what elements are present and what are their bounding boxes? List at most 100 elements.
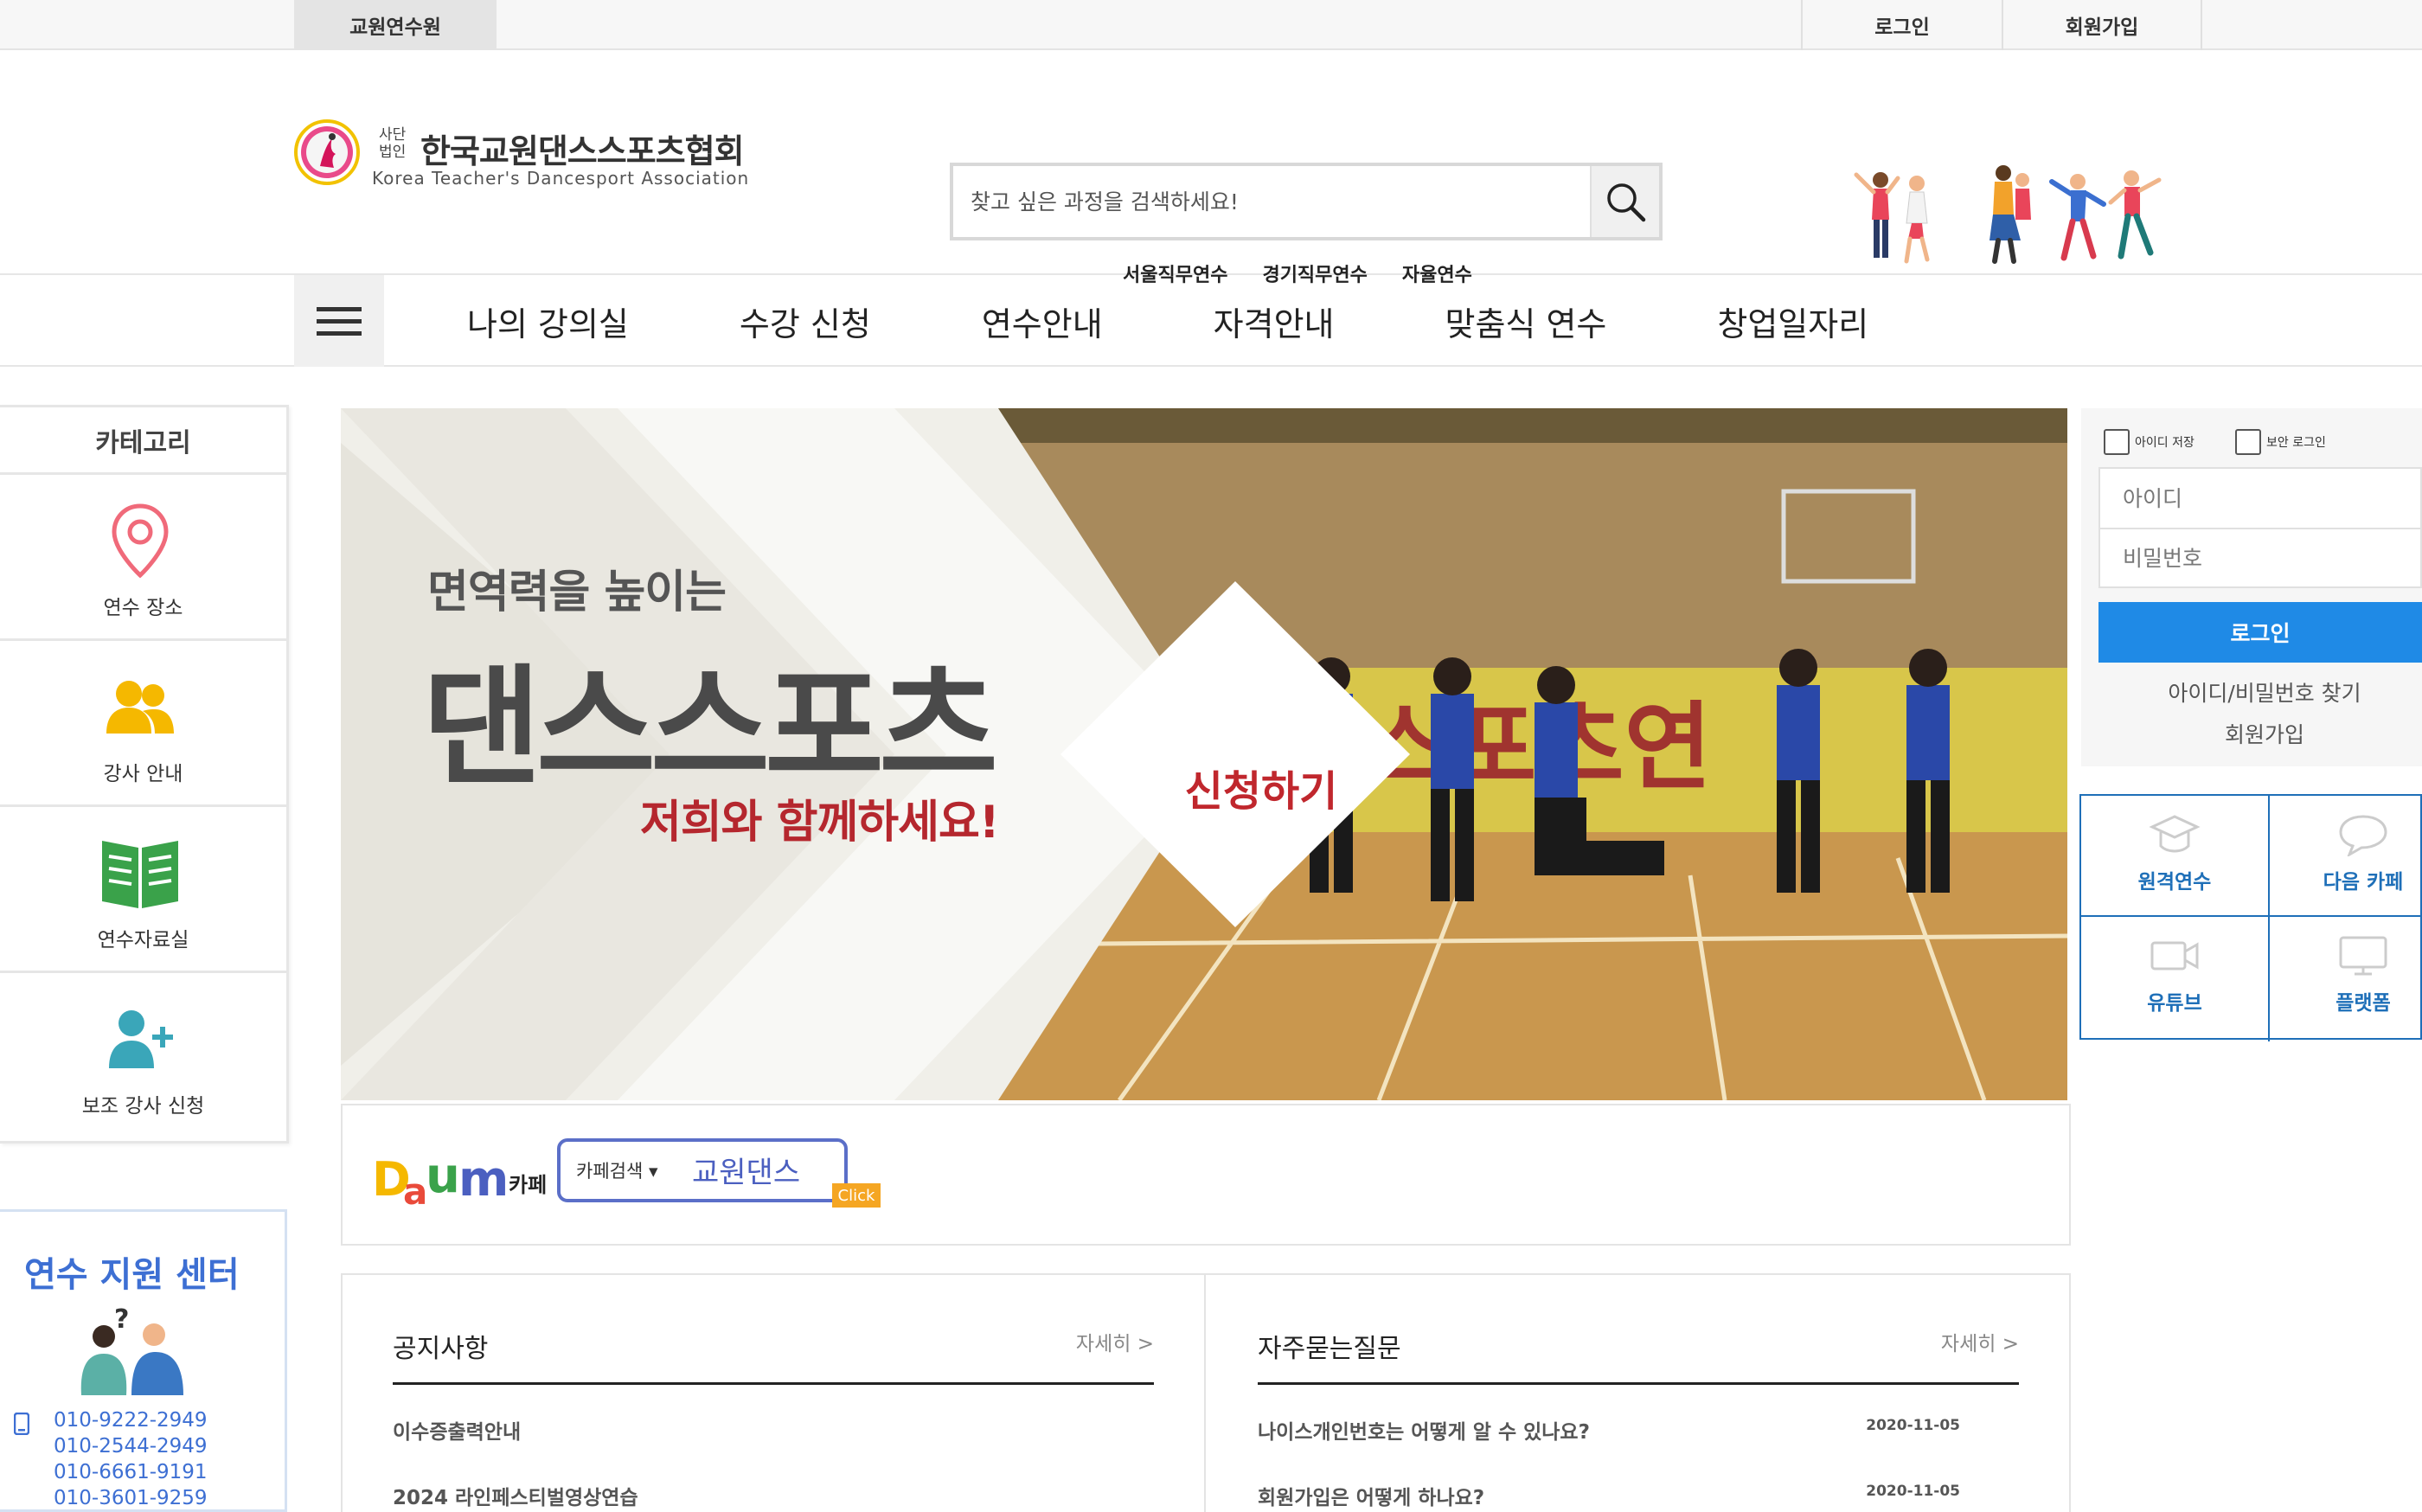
category-item-training-materials[interactable]: 연수자료실 xyxy=(0,807,286,973)
logo-name-english: Korea Teacher's Dancesport Association xyxy=(372,168,750,189)
list-item[interactable]: 회원가입은 어떻게 하나요? 2020-11-05 xyxy=(1258,1481,2019,1512)
save-id-label: 아이디 저장 xyxy=(2135,436,2195,450)
quick-menu: 원격연수 다음 카페 유튜브 플랫폼 xyxy=(2079,794,2422,1041)
category-item-training-location[interactable]: 연수 장소 xyxy=(0,475,286,641)
category-sidebar: 카테고리 연수 장소 강사 안내 연수자료실 보조 강사 신청 xyxy=(0,405,289,1144)
menu-button[interactable] xyxy=(294,275,384,367)
checkbox-box[interactable] xyxy=(2104,429,2130,455)
support-center-title: 연수 지원 센터 xyxy=(24,1255,240,1295)
login-button[interactable]: 로그인 xyxy=(2098,602,2422,663)
dancers-illustration xyxy=(1854,165,2162,264)
cafe-search-term: 교원댄스 xyxy=(692,1156,801,1190)
speech-bubble-icon xyxy=(2339,815,2387,856)
graduation-cap-icon xyxy=(2149,815,2201,853)
category-item-assistant-application[interactable]: 보조 강사 신청 xyxy=(0,973,286,1139)
people-icon xyxy=(97,663,183,750)
category-label: 연수자료실 xyxy=(97,929,189,951)
top-join-link[interactable]: 회원가입 xyxy=(2002,0,2202,50)
notice-title: 공지사항 xyxy=(393,1334,489,1364)
nav-item-training-info[interactable]: 연수안내 xyxy=(982,298,1103,345)
list-item-title: 이수증출력안내 xyxy=(393,1421,522,1444)
nav-items: 나의 강의실 수강 신청 연수안내 자격안내 맞춤식 연수 창업일자리 xyxy=(467,275,1979,367)
category-item-instructors[interactable]: 강사 안내 xyxy=(0,641,286,807)
support-people-illustration: ? xyxy=(80,1305,183,1395)
daum-cafe-bar[interactable]: D a u m 카페 카페검색 ▾ 교원댄스 Click xyxy=(341,1104,2071,1246)
list-item[interactable]: 2024 라인페스티벌영상연습 xyxy=(393,1481,1154,1512)
nav-item-my-classroom[interactable]: 나의 강의실 xyxy=(467,298,629,345)
notice-more-link[interactable]: 자세히 > xyxy=(1076,1327,1154,1356)
category-title: 카테고리 xyxy=(0,407,286,475)
cafe-search-select[interactable]: 카페검색 ▾ xyxy=(576,1157,658,1183)
logo-corp-label: 사단법인 xyxy=(379,126,407,161)
location-pin-icon xyxy=(97,497,183,584)
top-utility-bar: 교원연수원 로그인 회원가입 xyxy=(0,0,2422,50)
support-phone[interactable]: 010-6661-9191 xyxy=(54,1459,208,1485)
site-tab-training-center[interactable]: 교원연수원 xyxy=(294,0,497,50)
faq-board: 자주묻는질문 자세히 > 나이스개인번호는 어떻게 알 수 있나요? 2020-… xyxy=(1258,1275,2019,1512)
faq-more-link[interactable]: 자세히 > xyxy=(1941,1327,2019,1356)
secure-login-label: 보안 로그인 xyxy=(2266,436,2326,450)
banner-apply-button[interactable]: 신청하기 xyxy=(1114,744,1408,830)
list-item-date: 2020-11-05 xyxy=(1866,1417,1960,1434)
secure-login-checkbox[interactable]: 보안 로그인 xyxy=(2235,429,2326,455)
quick-daum-cafe[interactable]: 다음 카페 xyxy=(2270,796,2422,915)
quick-platform[interactable]: 플랫폼 xyxy=(2270,917,2422,1036)
click-badge: Click xyxy=(832,1183,881,1208)
support-center-box: 연수 지원 센터 ? 010-9222-2949 010-2544-2949 0… xyxy=(0,1209,287,1512)
list-item-title: 2024 라인페스티벌영상연습 xyxy=(393,1487,638,1509)
support-phone[interactable]: 010-2544-2949 xyxy=(54,1433,208,1459)
open-book-icon xyxy=(97,830,183,916)
monitor-icon xyxy=(2339,936,2387,976)
list-item[interactable]: 이수증출력안내 xyxy=(393,1415,1154,1450)
board-rule xyxy=(393,1382,1154,1385)
find-account-link[interactable]: 아이디/비밀번호 찾기 xyxy=(2081,676,2422,708)
list-item[interactable]: 나이스개인번호는 어떻게 알 수 있나요? 2020-11-05 xyxy=(1258,1415,2019,1450)
category-label: 연수 장소 xyxy=(103,597,183,619)
mobile-phone-icon xyxy=(14,1413,29,1435)
join-link[interactable]: 회원가입 xyxy=(2081,718,2422,749)
quick-remote-training[interactable]: 원격연수 xyxy=(2081,796,2268,915)
category-label: 보조 강사 신청 xyxy=(81,1095,205,1118)
cafe-label: 카페 xyxy=(509,1173,548,1197)
quick-youtube[interactable]: 유튜브 xyxy=(2081,917,2268,1036)
search-box xyxy=(950,163,1663,240)
banner-title: 댄스스포츠 xyxy=(422,653,998,804)
top-login-link[interactable]: 로그인 xyxy=(1801,0,2002,50)
checkbox-box[interactable] xyxy=(2235,429,2261,455)
id-field[interactable] xyxy=(2098,467,2422,528)
save-id-checkbox[interactable]: 아이디 저장 xyxy=(2104,429,2195,455)
search-button[interactable] xyxy=(1590,166,1659,237)
main-navigation: 나의 강의실 수강 신청 연수안내 자격안내 맞춤식 연수 창업일자리 xyxy=(0,275,2422,367)
search-input[interactable] xyxy=(953,166,1576,237)
cafe-search-box[interactable]: 카페검색 ▾ 교원댄스 xyxy=(557,1138,848,1202)
svg-text:u: u xyxy=(426,1149,460,1204)
password-field[interactable] xyxy=(2098,528,2422,588)
board-rule xyxy=(1258,1382,2019,1385)
faq-title: 자주묻는질문 xyxy=(1258,1334,1401,1364)
banner-tagline: 저희와 함께하세요! xyxy=(640,797,1000,849)
main-banner[interactable]: 스포츠연 면역력을 높이는 xyxy=(341,408,2067,1100)
nav-item-startup-jobs[interactable]: 창업일자리 xyxy=(1717,298,1868,345)
svg-text:a: a xyxy=(403,1170,427,1209)
site-logo[interactable]: 사단법인 한국교원댄스스포츠협회 Korea Teacher's Dancesp… xyxy=(294,119,761,190)
support-phone[interactable]: 010-9222-2949 xyxy=(54,1407,208,1433)
quick-label: 다음 카페 xyxy=(2323,871,2404,894)
add-user-icon xyxy=(97,996,183,1082)
nav-item-course-registration[interactable]: 수강 신청 xyxy=(740,298,871,345)
support-phone[interactable]: 010-3601-9259 xyxy=(54,1485,208,1511)
quick-label: 플랫폼 xyxy=(2336,992,2391,1015)
list-item-title: 회원가입은 어떻게 하나요? xyxy=(1258,1487,1485,1509)
list-item-title: 나이스개인번호는 어떻게 알 수 있나요? xyxy=(1258,1421,1590,1444)
svg-text:m: m xyxy=(458,1151,509,1208)
nav-item-custom-training[interactable]: 맞춤식 연수 xyxy=(1445,298,1607,345)
banner-subtitle: 면역력을 높이는 xyxy=(427,567,727,618)
logo-name-korean: 한국교원댄스스포츠협회 xyxy=(420,132,745,170)
list-item-date: 2020-11-05 xyxy=(1866,1483,1960,1500)
nav-item-certification-info[interactable]: 자격안내 xyxy=(1214,298,1335,345)
search-icon xyxy=(1607,183,1646,222)
svg-text:?: ? xyxy=(114,1305,129,1335)
daum-logo-icon: D a u m xyxy=(372,1149,509,1209)
support-phone-list: 010-9222-2949 010-2544-2949 010-6661-919… xyxy=(54,1407,208,1511)
site-header: 사단법인 한국교원댄스스포츠협회 Korea Teacher's Dancesp… xyxy=(0,50,2422,286)
quick-label: 유튜브 xyxy=(2147,992,2202,1015)
